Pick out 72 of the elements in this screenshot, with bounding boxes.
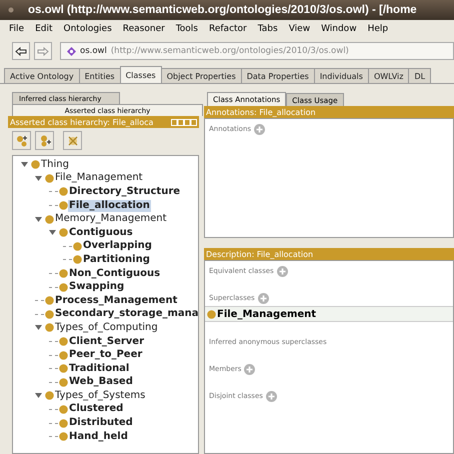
expand-toggle-icon[interactable] — [21, 161, 28, 168]
back-button[interactable] — [12, 42, 30, 60]
tree-item[interactable]: File_allocation — [68, 200, 151, 212]
panel-title: Asserted class hierarchy: File_alloca — [10, 118, 154, 126]
menu-item[interactable]: Reasoner — [122, 24, 165, 34]
tree-item[interactable]: Client_Server — [68, 336, 146, 348]
class-icon — [207, 310, 216, 318]
tree-item[interactable]: Partitioning — [82, 254, 151, 266]
menu-item[interactable]: View — [288, 24, 310, 34]
menu-item[interactable]: Tabs — [258, 24, 278, 34]
add-icon[interactable] — [276, 266, 288, 276]
tree-item[interactable]: Process_Management — [54, 294, 178, 307]
tab[interactable]: Classes — [120, 66, 162, 83]
tree-item[interactable]: Traditional — [68, 362, 130, 375]
tree-item[interactable]: Contiguous — [68, 226, 134, 239]
add-icon[interactable] — [258, 292, 269, 304]
delete-icon — [66, 134, 78, 146]
tree-item[interactable]: Hand_held — [68, 430, 129, 443]
add-subclass-button[interactable] — [12, 131, 31, 150]
tab[interactable]: Entities — [78, 68, 121, 83]
tree-item[interactable]: Overlapping — [82, 240, 153, 252]
menu-item[interactable]: Window — [321, 24, 357, 34]
tree-item[interactable]: Directory_Structure — [68, 186, 182, 198]
menu-item[interactable]: Tools — [176, 24, 198, 34]
tree-item[interactable]: Secondary_storage_mana — [54, 308, 198, 320]
left-arrow-icon — [15, 46, 27, 56]
tab[interactable]: Data Properties — [240, 68, 315, 83]
tree-item[interactable]: Types_of_Computing — [54, 322, 159, 334]
add-icon[interactable] — [254, 124, 266, 134]
class-row[interactable]: File_Management — [205, 306, 453, 322]
tab[interactable]: Active Ontology — [4, 68, 80, 83]
tree-item[interactable]: Distributed — [68, 417, 134, 430]
menu-item[interactable]: File — [9, 24, 24, 34]
expand-toggle-icon[interactable] — [35, 174, 42, 182]
ontology-uri: (http://www.semanticweb.org/ontologies/2010/3/os.owl) — [110, 46, 349, 56]
add-sibling-icon — [38, 134, 50, 146]
ontology-icon — [67, 46, 76, 56]
menu-item[interactable]: Ontologies — [64, 24, 112, 34]
tree-item[interactable]: Thing — [40, 158, 70, 171]
add-icon[interactable] — [244, 364, 256, 374]
tree-item[interactable]: Clustered — [68, 403, 124, 416]
panel-title: Annotations: File_allocation — [206, 108, 316, 116]
window-menu-icon[interactable] — [8, 7, 14, 13]
tab[interactable]: Individuals — [314, 68, 369, 83]
expand-toggle-icon[interactable] — [35, 392, 42, 400]
tree-item[interactable]: File_Management — [54, 172, 144, 184]
delete-button[interactable] — [63, 131, 82, 150]
menu-item[interactable]: Refactor — [209, 24, 247, 34]
tree-item[interactable]: Web_Based — [68, 376, 134, 388]
menu-item[interactable]: Help — [368, 24, 388, 34]
menu-item[interactable]: Edit — [35, 24, 52, 34]
ontology-field[interactable]: os.owl (http://www.semanticweb.org/ontologies/2010/3/os.owl) — [60, 42, 454, 60]
add-subclass-icon — [16, 134, 28, 146]
ontology-name: os.owl — [80, 46, 107, 56]
tab[interactable]: Object Properties — [160, 68, 242, 83]
tree-item[interactable]: Types_of_Systems — [54, 390, 146, 402]
tab[interactable]: OWLViz — [368, 68, 410, 83]
tree-item[interactable]: Non_Contiguous — [68, 268, 162, 280]
add-icon[interactable] — [266, 390, 277, 402]
tree-item[interactable]: Peer_to_Peer — [68, 349, 144, 362]
expand-toggle-icon[interactable] — [35, 216, 42, 223]
tab[interactable]: DL — [408, 68, 432, 83]
class-name: File_Management — [217, 308, 316, 320]
expand-toggle-icon[interactable] — [49, 229, 56, 236]
tree-item[interactable]: Swapping — [68, 281, 126, 294]
add-sibling-button[interactable] — [35, 131, 54, 150]
expand-toggle-icon[interactable] — [35, 324, 42, 332]
view-controls-icon[interactable] — [171, 118, 197, 126]
right-arrow-icon — [37, 46, 49, 56]
window-title: os.owl (http://www.semanticweb.org/ontologies/2010/3/os.owl) - [/home — [28, 4, 417, 16]
panel-title: Description: File_allocation — [206, 250, 314, 258]
tree-item[interactable]: Memory_Management — [54, 213, 168, 226]
